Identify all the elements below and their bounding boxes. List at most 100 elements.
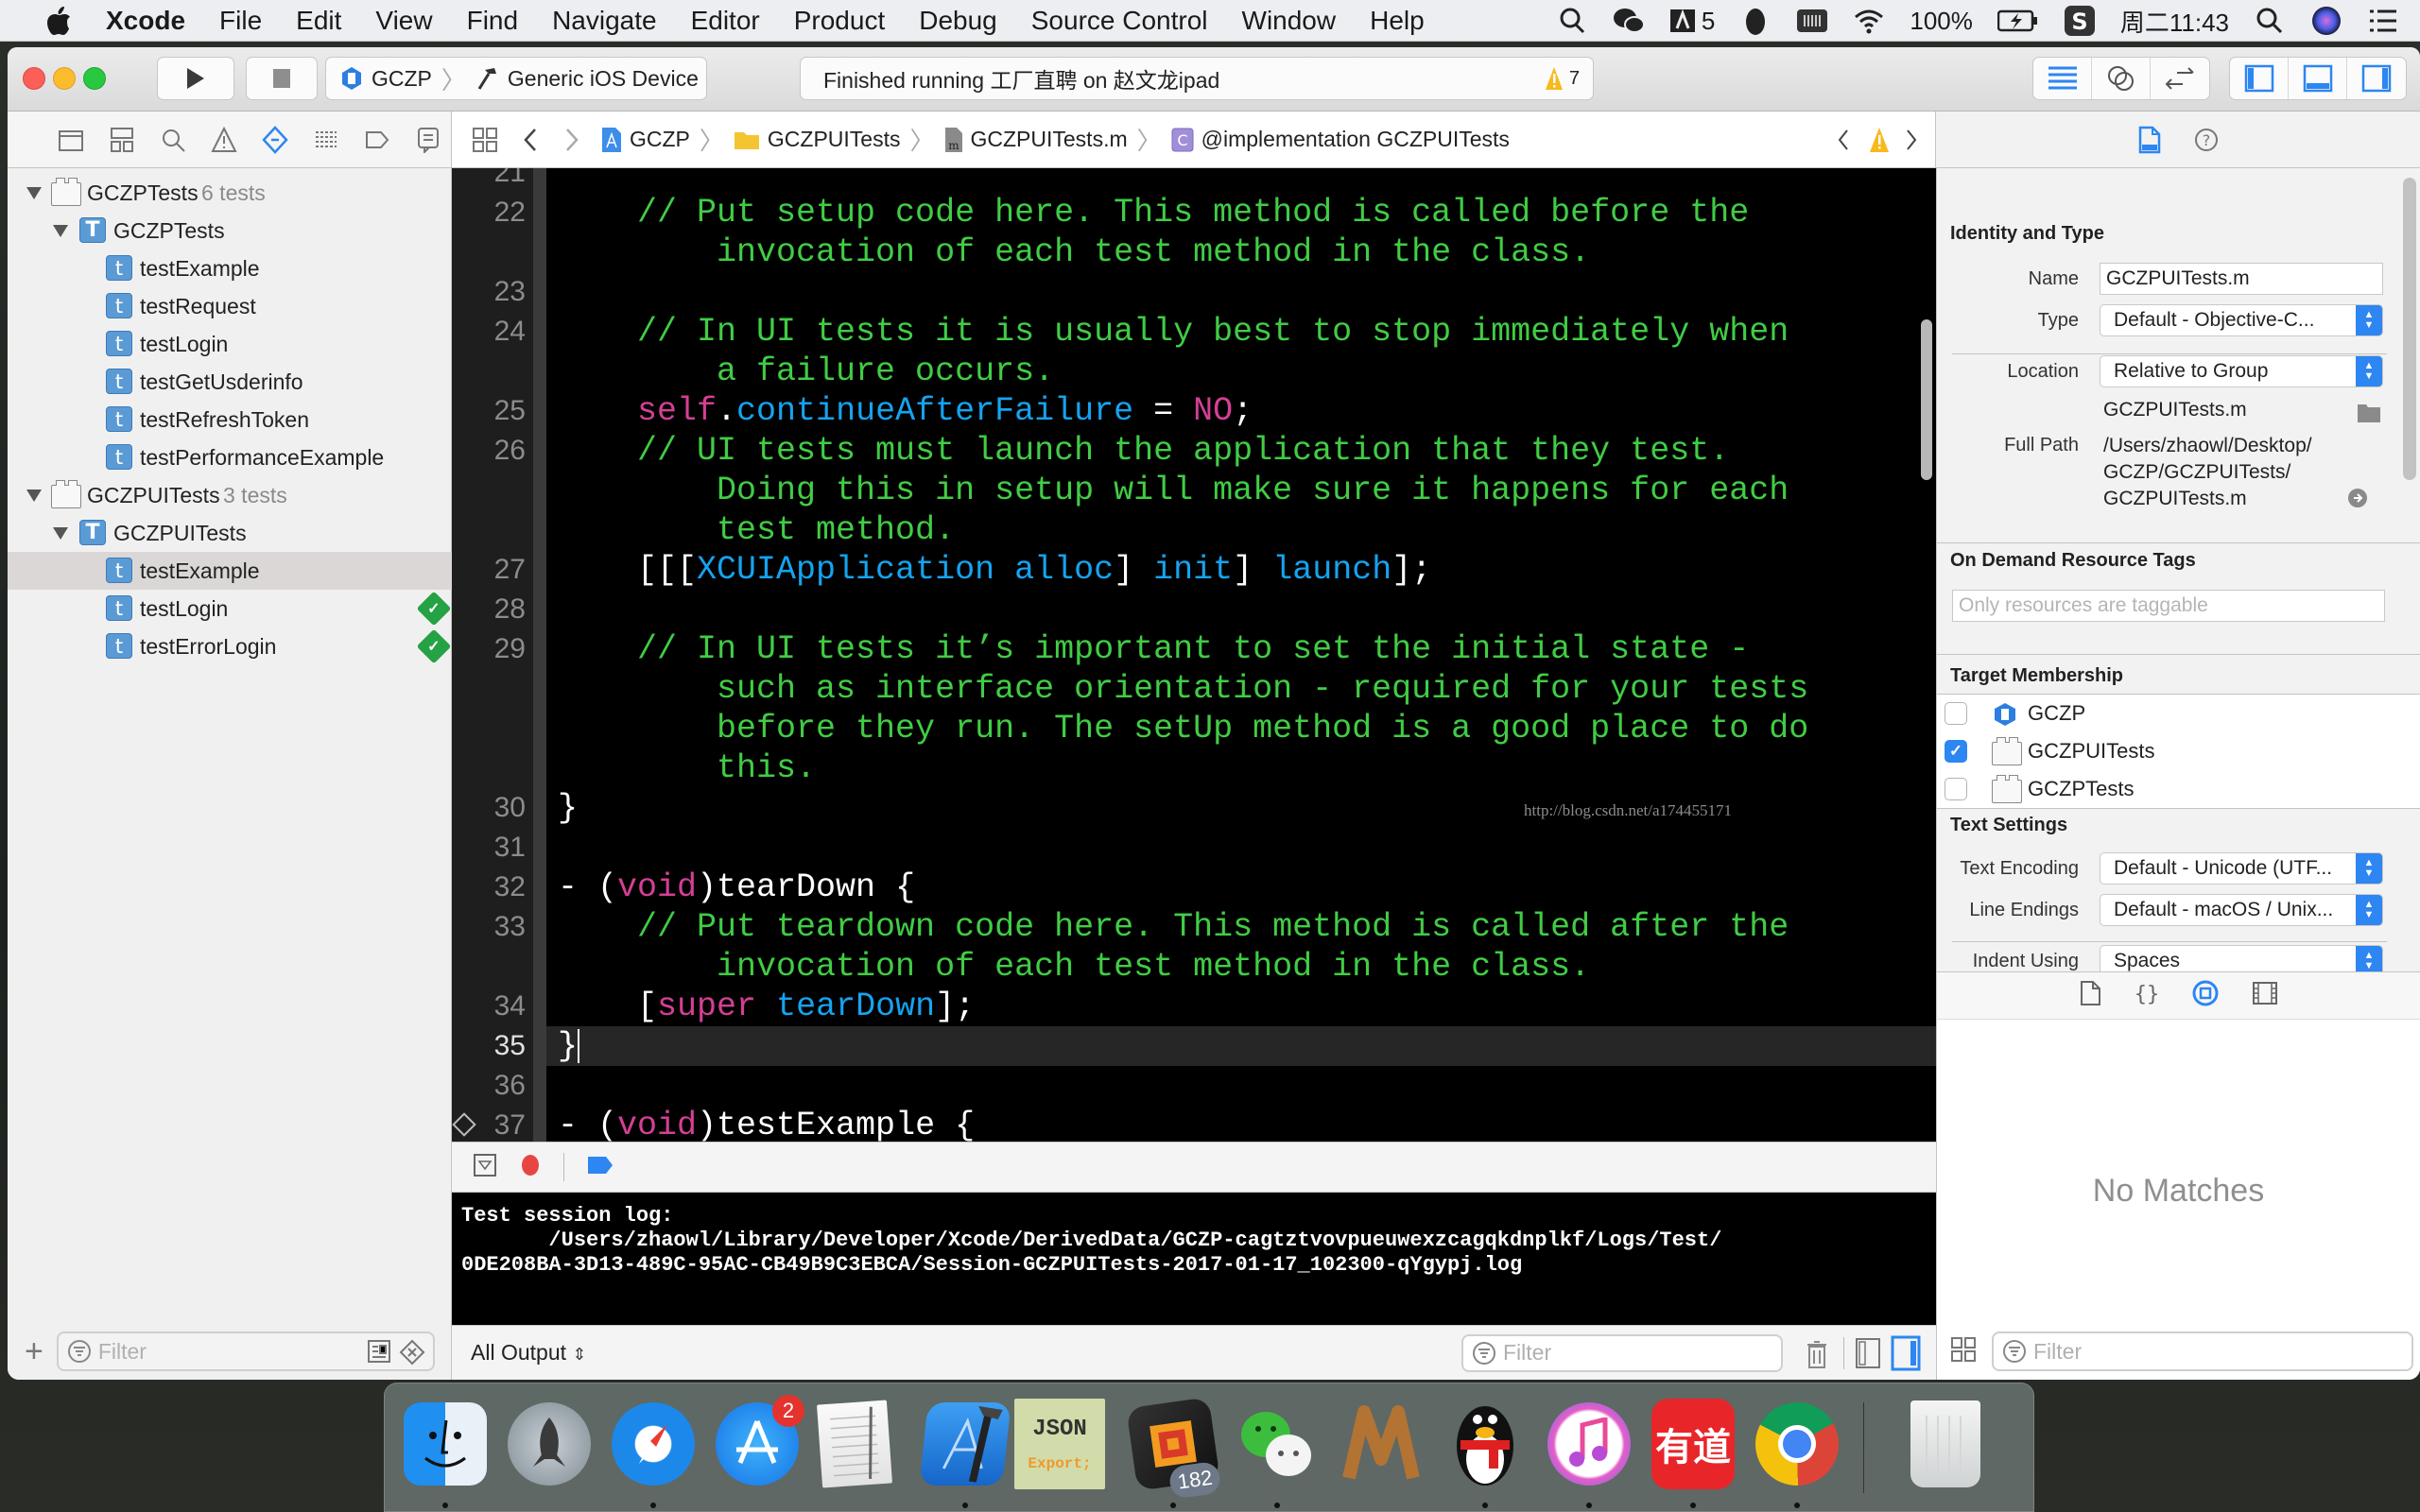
code-line[interactable]: 35} [494,1026,1936,1066]
test-bundle-row[interactable]: GCZPUITests 3 tests [8,476,452,514]
code-snippet-library-tab[interactable]: {} [2134,980,2159,1011]
destination-name[interactable]: Generic iOS Device [508,66,699,92]
test-row[interactable]: t testExample [8,249,452,287]
menu-window[interactable]: Window [1242,6,1337,36]
test-row[interactable]: t testErrorLogin ✓ [8,627,452,665]
dock-itunes[interactable] [1547,1402,1631,1486]
previous-issue-button[interactable] [1827,124,1859,156]
menu-product[interactable]: Product [794,6,886,36]
console-filter-input[interactable]: Filter [1461,1333,1783,1372]
library-filter-input[interactable]: Filter [1992,1332,2413,1371]
code-line[interactable]: 21 [452,168,1936,193]
dock-textedit[interactable] [817,1400,892,1488]
screenshot-search-icon[interactable] [1556,7,1588,35]
menu-find[interactable]: Find [467,6,518,36]
toggle-debug-area-button[interactable] [2289,58,2347,99]
test-navigator-tab[interactable] [259,124,291,156]
back-button[interactable] [514,124,546,156]
test-class-row[interactable]: T GCZPTests [8,212,452,249]
grid-view-toggle[interactable] [1950,1336,1977,1367]
name-field[interactable]: GCZPUITests.m [2100,263,2383,295]
crumb-file[interactable]: m GCZPUITests.m [944,127,1128,153]
version-editor-button[interactable] [2151,58,2209,99]
disclosure-triangle-icon[interactable] [26,187,42,199]
disclosure-triangle-icon[interactable] [26,490,42,502]
zoom-window-button[interactable] [83,67,106,90]
code-line[interactable]: 26 // UI tests must launch the applicati… [452,431,1936,471]
battery-icon[interactable] [1996,7,2039,35]
crumb-group[interactable]: GCZPUITests [734,127,900,152]
menu-debug[interactable]: Debug [919,6,997,36]
dock-chrome[interactable] [1755,1402,1839,1486]
test-bundle-row[interactable]: GCZPTests 6 tests [8,174,452,212]
clock[interactable]: 周二11:43 [2120,4,2229,39]
test-row[interactable]: t testLogin [8,325,452,363]
issue-navigator-tab[interactable] [208,124,240,156]
toggle-utilities-button[interactable] [2347,58,2406,99]
test-row[interactable]: t testRefreshToken [8,401,452,438]
scheme-name[interactable]: GCZP [372,66,432,92]
warnings-indicator[interactable]: 7 [1545,66,1580,91]
report-navigator-tab[interactable] [412,124,444,156]
forward-button[interactable] [556,124,588,156]
notification-center-icon[interactable] [2367,7,2399,35]
breakpoint-activation-button[interactable] [587,1155,614,1180]
target-checkbox-checked[interactable]: ✓ [1945,740,1967,763]
dock-launchpad[interactable] [508,1402,591,1486]
file-template-library-tab[interactable] [2080,980,2102,1011]
test-row-selected[interactable]: t testExample [8,552,452,590]
dock-finder[interactable] [404,1402,487,1486]
media-library-tab[interactable] [2252,981,2278,1010]
clear-filter-icon[interactable] [399,1339,425,1371]
menu-source-control[interactable]: Source Control [1031,6,1208,36]
hide-debug-area-button[interactable] [473,1153,497,1182]
code-line[interactable]: this. [452,748,1936,788]
code-line[interactable]: 22 // Put setup code here. This method i… [452,193,1936,232]
close-window-button[interactable] [23,67,45,90]
stop-button[interactable] [246,57,318,100]
code-line[interactable]: 32 - (void)tearDown { [452,868,1936,907]
code-line[interactable]: 31 [452,828,1936,868]
dock-safari[interactable] [612,1402,695,1486]
dock-wechat[interactable] [1236,1402,1319,1486]
code-line[interactable]: 27 [[[XCUIApplication alloc] init] launc… [452,550,1936,590]
navigator-filter-input[interactable]: Filter [56,1332,435,1371]
reveal-in-finder-icon[interactable] [2347,488,2368,513]
code-line[interactable]: invocation of each test method in the cl… [452,947,1936,987]
next-issue-button[interactable] [1895,124,1927,156]
dock-trash[interactable] [1910,1400,1980,1487]
menu-navigate[interactable]: Navigate [552,6,657,36]
line-endings-popup[interactable]: Default - macOS / Unix... ▲ ▼ [2100,894,2383,926]
console-output[interactable]: Test session log: /Users/zhaowl/Library/… [452,1193,1936,1325]
minimize-window-button[interactable] [53,67,76,90]
test-class-row[interactable]: T GCZPUITests [8,514,452,552]
test-row[interactable]: t testGetUsderinfo [8,363,452,401]
run-button[interactable] [157,57,234,100]
quick-help-tab[interactable]: ? [2190,124,2222,156]
editor-scrollbar[interactable] [1921,319,1932,480]
source-editor[interactable]: 21 22 // Put setup code here. This method… [452,168,1936,1189]
code-line[interactable]: 33 // Put teardown code here. This metho… [452,907,1936,947]
adobe-icon[interactable]: 5 [1669,7,1715,35]
location-popup[interactable]: Relative to Group ▲ ▼ [2100,355,2383,387]
show-only-failing-icon[interactable] [367,1339,391,1369]
symbol-navigator-tab[interactable] [106,124,138,156]
toggle-navigator-button[interactable] [2230,58,2289,99]
target-row[interactable]: GCZPTests [1937,770,2420,808]
target-checkbox[interactable] [1945,702,1967,725]
code-line[interactable]: test method. [452,510,1936,550]
sogou-input-icon[interactable]: S [2064,6,2096,36]
code-line[interactable]: 36 [452,1066,1936,1106]
choose-file-folder-icon[interactable] [2357,403,2381,428]
assistant-editor-button[interactable] [2092,58,2151,99]
dock-json-export[interactable]: JSON Export; [1014,1399,1105,1489]
disclosure-triangle-icon[interactable] [53,225,68,237]
test-row[interactable]: t testLogin ✓ [8,590,452,627]
clear-console-button[interactable] [1806,1339,1828,1375]
find-navigator-tab[interactable] [157,124,189,156]
dock-xcode[interactable] [919,1402,1011,1486]
code-line[interactable]: 29 // In UI tests it’s important to set … [452,629,1936,669]
menu-editor[interactable]: Editor [691,6,760,36]
text-encoding-popup[interactable]: Default - Unicode (UTF... ▲ ▼ [2100,852,2383,885]
code-line[interactable]: 25 self.continueAfterFailure = NO; [452,391,1936,431]
